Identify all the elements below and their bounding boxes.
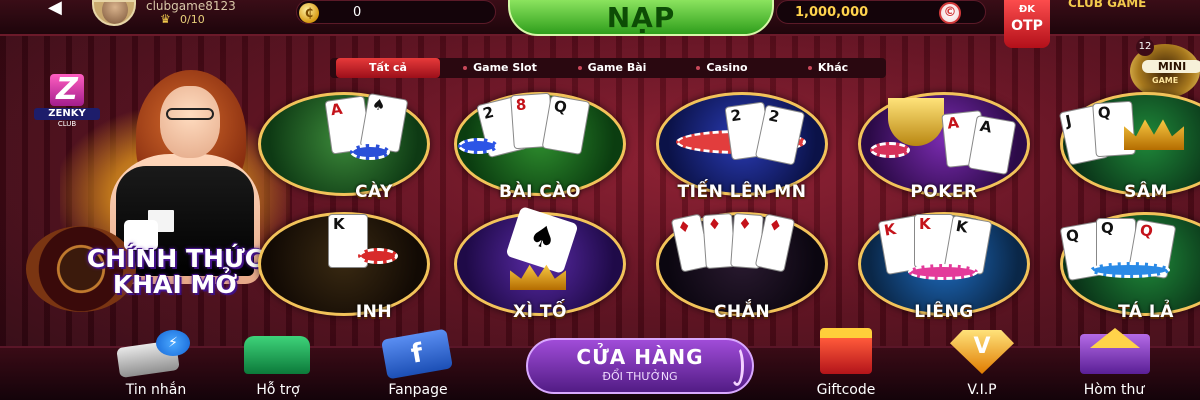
shop-title: CỬA HÀNG xyxy=(576,345,704,369)
tab-casino[interactable]: Casino xyxy=(672,58,772,78)
nav-label: Hòm thư xyxy=(1083,382,1145,398)
chip-icon xyxy=(870,142,910,158)
coin-balance: ₵ 0 xyxy=(296,0,496,24)
game-label: INH xyxy=(355,302,393,322)
game-poker[interactable]: A A POKER xyxy=(858,92,1030,204)
chip-icon xyxy=(458,138,498,154)
game-binh[interactable]: K INH xyxy=(258,212,430,324)
chip-icon xyxy=(1090,262,1170,278)
game-sam[interactable]: J Q SÂM xyxy=(1058,92,1200,204)
nav-vip[interactable]: V V.I.P xyxy=(934,326,1030,400)
shop-redeem-button[interactable]: CỬA HÀNG ĐỔI THƯỞNG xyxy=(526,338,754,394)
mini-game-sub: GAME xyxy=(1152,76,1179,85)
tab-label: Tất cả xyxy=(369,61,407,74)
tab-other[interactable]: Khác xyxy=(778,58,878,78)
game-bai-cao[interactable]: 2 8 Q BÀI CÀO xyxy=(454,92,626,204)
zenky-club-logo: Z ZENKY CLUB xyxy=(34,74,100,130)
username: clubgame8123 xyxy=(146,0,236,13)
otp-label: OTP xyxy=(1011,18,1043,34)
mini-game-label: MINI xyxy=(1142,60,1200,73)
game-xi-to[interactable]: ♠ XÌ TỐ xyxy=(454,206,626,324)
tab-all[interactable]: Tất cả xyxy=(336,58,440,78)
coin-icon: ₵ xyxy=(299,3,319,23)
facebook-icon: f xyxy=(381,328,453,380)
mini-game-button[interactable]: 12 MINI GAME xyxy=(1130,38,1200,98)
logo-sub: CLUB xyxy=(57,120,77,128)
gold-currency-icon: © xyxy=(939,2,961,24)
chip-icon xyxy=(350,144,390,160)
deposit-button[interactable]: NẠP xyxy=(508,0,774,36)
logo-letter: Z xyxy=(50,74,84,106)
nav-label: Hỗ trợ xyxy=(256,382,300,398)
game-label: TIẾN LÊN MN xyxy=(677,182,807,202)
nav-messages[interactable]: ⚡ Tin nhắn xyxy=(108,326,204,400)
nav-label: Giftcode xyxy=(816,382,876,398)
tab-label: Game Bài xyxy=(587,61,647,74)
messenger-icon: ⚡ xyxy=(156,330,190,356)
nav-support[interactable]: Hỗ trợ xyxy=(230,326,326,400)
shop-subtitle: ĐỔI THƯỞNG xyxy=(602,370,678,383)
tab-game-bai[interactable]: Game Bài xyxy=(558,58,666,78)
tab-dot-icon xyxy=(807,66,812,70)
vip-diamond-icon: V xyxy=(950,330,1014,374)
tab-dot-icon xyxy=(463,66,468,70)
game-lobby: ◀ clubgame8123 ♛ 0/10 ₵ 0 1,000,000 © ĐK… xyxy=(0,0,1200,400)
avatar[interactable] xyxy=(92,0,136,26)
tab-dot-icon xyxy=(696,66,701,70)
game-label: TÁ LẢ xyxy=(1118,302,1174,322)
back-icon[interactable]: ◀ xyxy=(48,0,74,20)
nav-giftcode[interactable]: Giftcode xyxy=(798,326,894,400)
game-label: CHẮN xyxy=(713,302,771,322)
gift-box-icon xyxy=(820,328,872,374)
tab-label: Khác xyxy=(817,61,849,74)
game-mau-binh-cay[interactable]: A ♠ CÀY xyxy=(258,92,430,204)
game-chan[interactable]: ♦ ♦ ♦ ♦ CHẮN xyxy=(656,212,828,324)
tab-label: Game Slot xyxy=(473,61,537,74)
vip-crown-icon: ♛ xyxy=(160,12,171,26)
wreath-right-icon xyxy=(730,346,744,386)
tab-dot-icon xyxy=(577,66,582,70)
nav-label: Fanpage xyxy=(388,382,448,398)
telephone-icon xyxy=(244,336,310,374)
nav-fanpage[interactable]: f Fanpage xyxy=(370,326,466,400)
game-label: CÀY xyxy=(355,182,393,202)
tab-label: Casino xyxy=(706,61,748,74)
game-lieng[interactable]: K K K LIÊNG xyxy=(858,212,1030,324)
game-label: XÌ TỐ xyxy=(513,302,567,322)
chip-icon xyxy=(358,248,398,264)
game-tien-len-mn[interactable]: 2 2 TIẾN LÊN MN xyxy=(656,92,828,204)
register-otp-button[interactable]: ĐK OTP xyxy=(1004,0,1050,48)
gold-balance: 1,000,000 © xyxy=(776,0,986,24)
hostess-face xyxy=(160,86,220,158)
game-ta-la[interactable]: Q Q Q TÁ LẢ xyxy=(1059,212,1200,324)
mini-game-count: 12 xyxy=(1136,38,1154,56)
nav-mailbox[interactable]: Hòm thư xyxy=(1066,326,1162,400)
nav-label: Tin nhắn xyxy=(125,382,187,398)
game-label: SÂM xyxy=(1124,182,1168,202)
coin-value: 0 xyxy=(353,5,362,20)
gold-value: 1,000,000 xyxy=(795,5,869,20)
category-tabs: Tất cả Game Slot Game Bài Casino Khác xyxy=(330,58,886,78)
chip-icon xyxy=(908,264,978,280)
vip-progress: 0/10 xyxy=(180,13,205,26)
logo-name: ZENKY xyxy=(34,108,100,120)
club-title: CLUB GAME xyxy=(1068,0,1147,10)
otp-prefix: ĐK xyxy=(1018,4,1036,15)
avatar-image xyxy=(102,2,128,24)
glasses-icon xyxy=(166,108,214,120)
nav-label: V.I.P xyxy=(967,382,997,398)
game-label: BÀI CÀO xyxy=(499,182,581,202)
game-label: POKER xyxy=(910,182,978,202)
game-label: LIÊNG xyxy=(914,302,974,322)
tab-game-slot[interactable]: Game Slot xyxy=(446,58,554,78)
